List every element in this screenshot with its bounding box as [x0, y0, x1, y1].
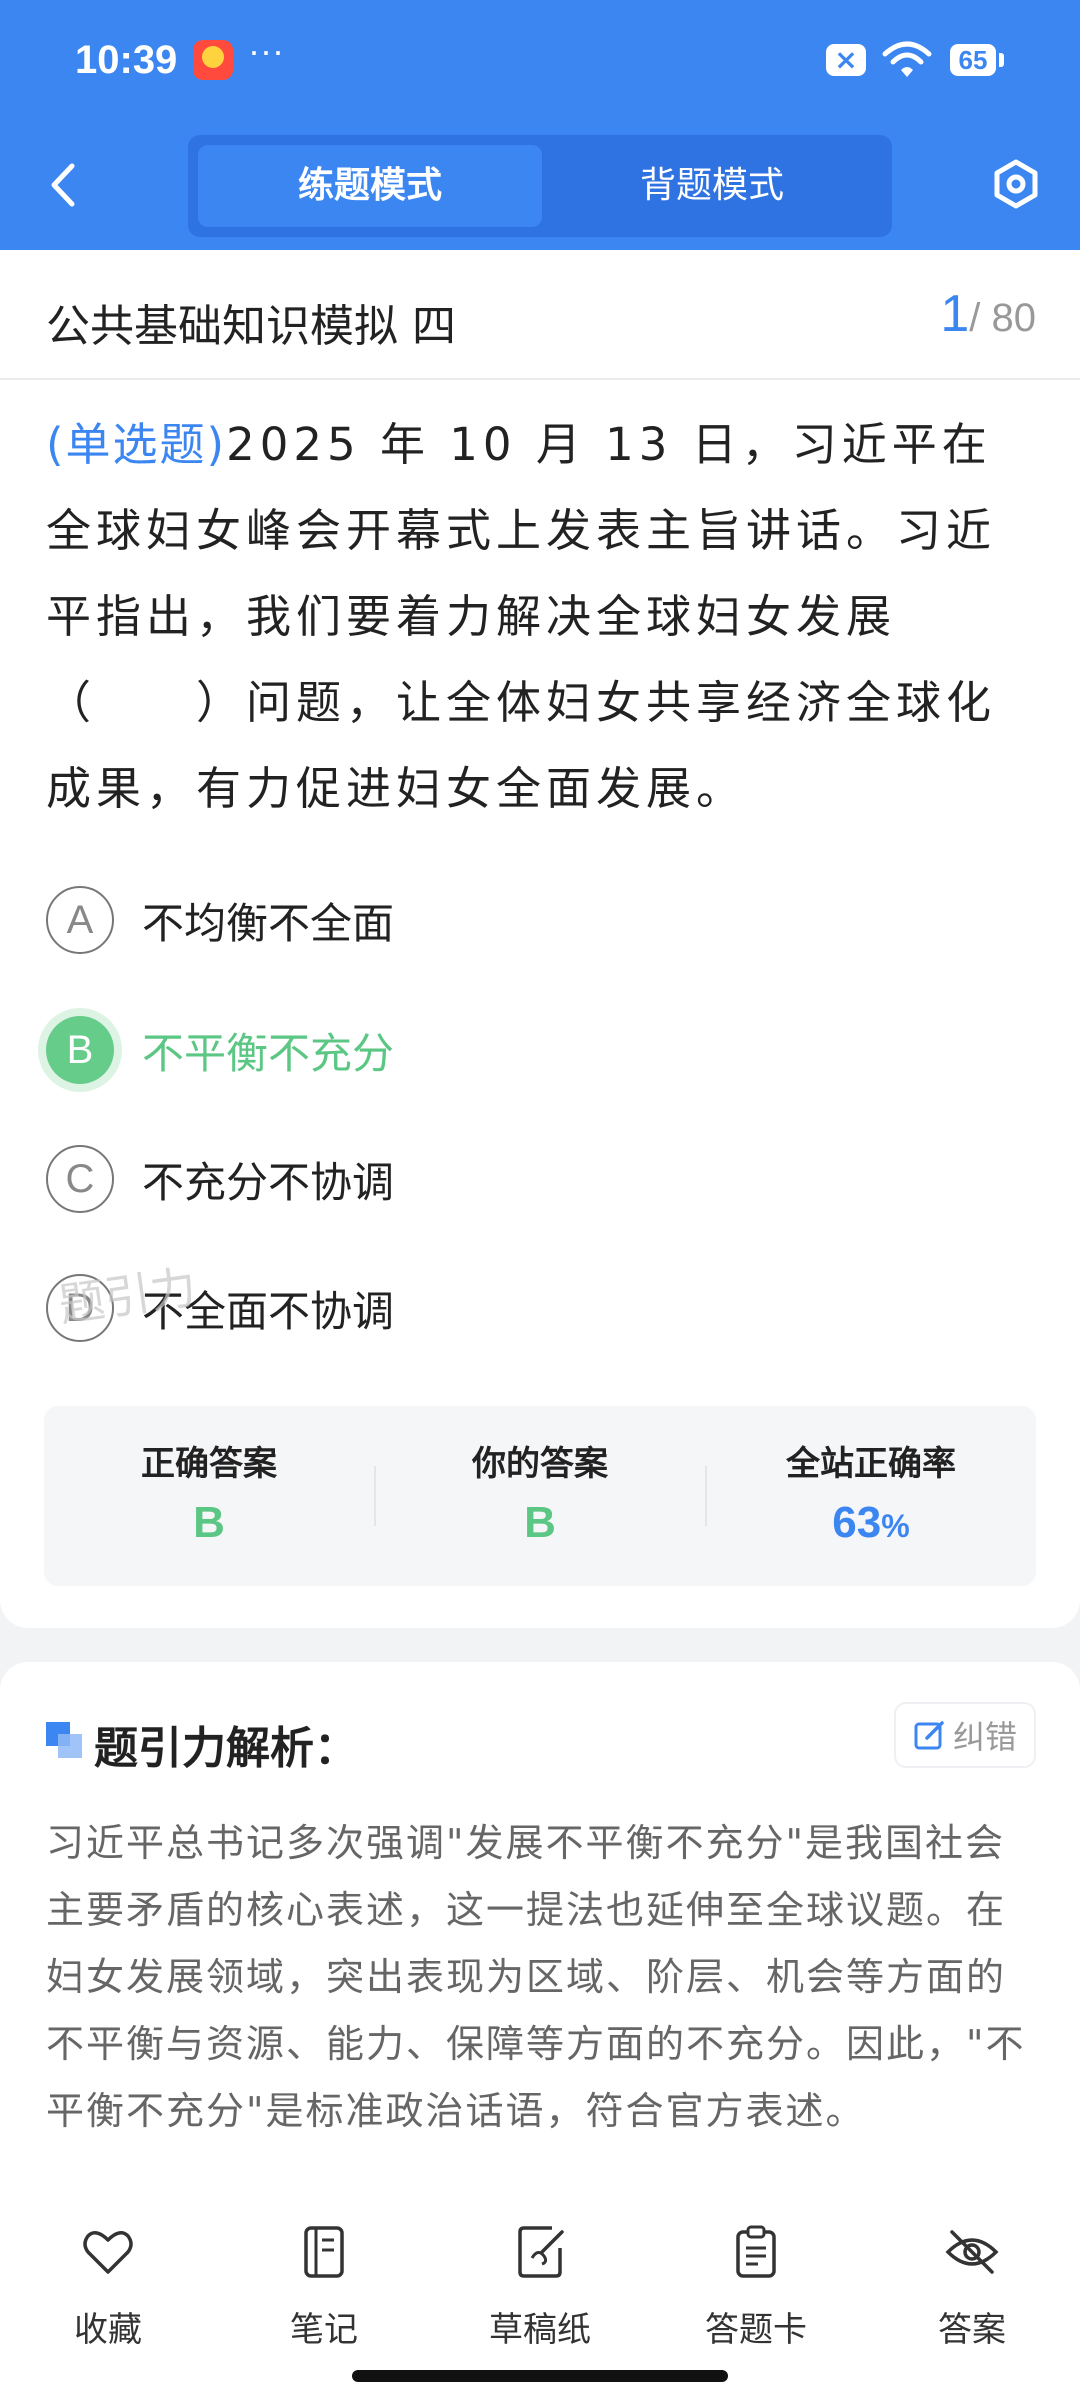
settings-button[interactable]: [990, 158, 1042, 210]
mode-switch: 练题模式 背题模式: [188, 135, 892, 237]
battery-icon: 65: [950, 44, 1004, 76]
back-button[interactable]: [44, 160, 84, 210]
no-sim-icon: ×: [826, 44, 866, 76]
nav-notes[interactable]: 笔记: [244, 2224, 404, 2354]
correct-answer-label: 正确答案: [141, 1444, 277, 1484]
option-c[interactable]: C 不充分不协调: [46, 1143, 394, 1215]
nav-favorite[interactable]: 收藏: [28, 2224, 188, 2354]
tab-memorize-mode[interactable]: 背题模式: [540, 145, 884, 227]
accuracy-rate-label: 全站正确率: [786, 1444, 956, 1484]
divider: [0, 378, 1080, 380]
correct-answer-col: 正确答案 B: [44, 1406, 374, 1586]
more-notifications-icon: ···: [248, 30, 284, 71]
total-questions: / 80: [969, 296, 1036, 340]
option-c-letter: C: [46, 1145, 114, 1213]
question-card: 公共基础知识模拟 四 1/ 80 (单选题)2025 年 10 月 13 日，习…: [0, 250, 1080, 1628]
analysis-card: 题引力解析： 纠错 习近平总书记多次强调"发展不平衡不充分"是我国社会主要矛盾的…: [0, 1662, 1080, 2222]
settings-hexagon-icon: [994, 159, 1038, 209]
app-notification-icon: [193, 40, 233, 80]
question-text: 2025 年 10 月 13 日，习近平在全球妇女峰会开幕式上发表主旨讲话。习近…: [46, 418, 997, 815]
report-error-button[interactable]: 纠错: [896, 1704, 1034, 1766]
option-b[interactable]: B 不平衡不充分: [46, 1014, 394, 1086]
eye-off-icon: [945, 2230, 999, 2274]
option-c-text: 不充分不协调: [142, 1157, 395, 1207]
question-type-label: (单选题): [46, 418, 227, 471]
nav-draft-label: 草稿纸: [489, 2310, 591, 2350]
top-header: 10:39 ··· × 65 练题模式 背题模式: [0, 0, 1080, 250]
wifi-icon: [882, 40, 932, 84]
accuracy-rate-unit: %: [881, 1508, 910, 1544]
analysis-squares-icon: [46, 1722, 82, 1758]
accuracy-rate-number: 63: [832, 1498, 882, 1547]
nav-answer-label: 答案: [938, 2310, 1006, 2350]
nav-answer[interactable]: 答案: [892, 2224, 1052, 2354]
status-time: 10:39: [75, 38, 178, 82]
draft-icon: [518, 2226, 564, 2278]
home-indicator[interactable]: [352, 2370, 728, 2382]
your-answer-col: 你的答案 B: [375, 1406, 705, 1586]
paper-title: 公共基础知识模拟 四: [46, 301, 456, 352]
question-progress: 1/ 80: [940, 284, 1036, 344]
edit-icon: [914, 1721, 944, 1750]
analysis-text: 习近平总书记多次强调"发展不平衡不充分"是我国社会主要矛盾的核心表述，这一提法也…: [46, 1821, 1026, 2133]
answer-result-box: 正确答案 B 你的答案 B 全站正确率 63%: [44, 1406, 1036, 1586]
clipboard-icon: [736, 2225, 776, 2278]
report-error-label: 纠错: [952, 1718, 1017, 1756]
analysis-title: 题引力解析：: [94, 1723, 358, 1774]
nav-notes-label: 笔记: [290, 2310, 358, 2350]
heart-icon: [83, 2231, 133, 2274]
accuracy-rate-col: 全站正确率 63%: [706, 1406, 1036, 1586]
question-stem: (单选题)2025 年 10 月 13 日，习近平在全球妇女峰会开幕式上发表主旨…: [46, 402, 1036, 832]
notebook-icon: [304, 2226, 344, 2278]
nav-answer-sheet-label: 答题卡: [705, 2310, 807, 2350]
nav-answer-sheet[interactable]: 答题卡: [676, 2224, 836, 2354]
option-a[interactable]: A 不均衡不全面: [46, 884, 394, 956]
nav-favorite-label: 收藏: [74, 2310, 142, 2350]
correct-answer-value: B: [193, 1498, 225, 1547]
option-a-text: 不均衡不全面: [142, 898, 395, 948]
your-answer-value: B: [524, 1498, 556, 1547]
option-b-text: 不平衡不充分: [142, 1028, 395, 1078]
current-question-number: 1: [940, 285, 970, 343]
tab-practice-mode[interactable]: 练题模式: [198, 145, 542, 227]
nav-draft[interactable]: 草稿纸: [460, 2224, 620, 2354]
option-b-letter: B: [46, 1016, 114, 1084]
your-answer-label: 你的答案: [472, 1444, 608, 1484]
accuracy-rate-value: 63%: [706, 1498, 1036, 1548]
option-a-letter: A: [46, 886, 114, 954]
